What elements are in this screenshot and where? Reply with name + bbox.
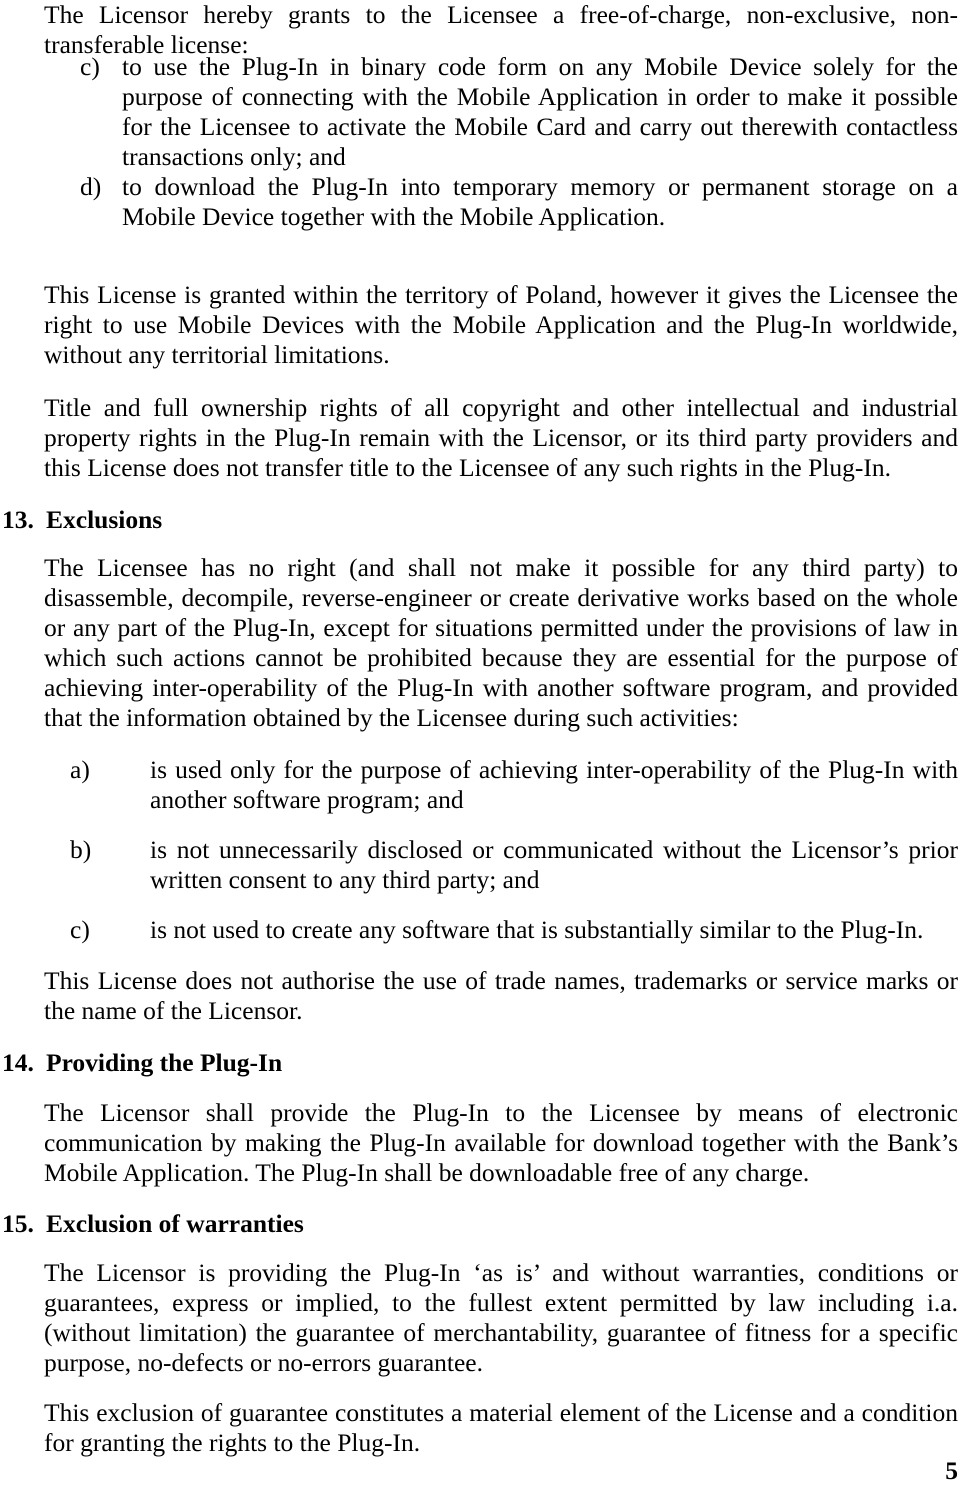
list-item-marker: b) [70, 835, 92, 864]
list-item-marker: c) [80, 52, 100, 81]
list-item: a) is used only for the purpose of achiev… [70, 755, 958, 815]
section-15-closing: This exclusion of guarantee constitutes … [44, 1398, 958, 1457]
license-grant-list: c) to use the Plug-In in binary code form… [80, 52, 958, 232]
list-item-marker: a) [70, 755, 90, 784]
list-item-text: is not used to create any software that … [150, 915, 924, 944]
list-item-marker: d) [80, 172, 102, 201]
section-13-body: The Licensee has no right (and shall not… [44, 553, 958, 732]
list-item-text: is not unnecessarily disclosed or commun… [150, 835, 958, 894]
section-number: 15. [2, 1209, 34, 1238]
list-item: b) is not unnecessarily disclosed or comm… [70, 835, 958, 895]
section-heading-15: 15. Exclusion of warranties [2, 1209, 958, 1239]
page-number: 5 [945, 1456, 958, 1485]
list-item-text: to download the Plug-In into temporary m… [122, 172, 958, 231]
list-item: c) to use the Plug-In in binary code form… [80, 52, 958, 172]
list-item-text: is used only for the purpose of achievin… [150, 755, 958, 814]
territory-paragraph: This License is granted within the terri… [44, 280, 958, 369]
section-number: 13. [2, 505, 34, 534]
section-15-body: The Licensor is providing the Plug-In ‘a… [44, 1258, 958, 1377]
section-heading-14: 14. Providing the Plug-In [2, 1048, 958, 1078]
exclusion-conditions-list: a) is used only for the purpose of achiev… [70, 755, 958, 945]
list-item-text: to use the Plug-In in binary code form o… [122, 52, 958, 171]
ownership-paragraph: Title and full ownership rights of all c… [44, 393, 958, 482]
section-number: 14. [2, 1048, 34, 1077]
list-item: c) is not used to create any software tha… [70, 915, 958, 945]
lead-paragraph: The Licensor hereby grants to the Licens… [44, 0, 958, 59]
section-title: Providing the Plug-In [46, 1048, 283, 1077]
section-14-body: The Licensor shall provide the Plug-In t… [44, 1098, 958, 1187]
list-item: d) to download the Plug-In into temporary… [80, 172, 958, 232]
section-heading-13: 13. Exclusions [2, 505, 958, 535]
section-title: Exclusion of warranties [46, 1209, 304, 1238]
section-13-closing: This License does not authorise the use … [44, 966, 958, 1025]
section-title: Exclusions [46, 505, 163, 534]
document-page: The Licensor hereby grants to the Licens… [0, 0, 960, 1492]
list-item-marker: c) [70, 915, 90, 944]
